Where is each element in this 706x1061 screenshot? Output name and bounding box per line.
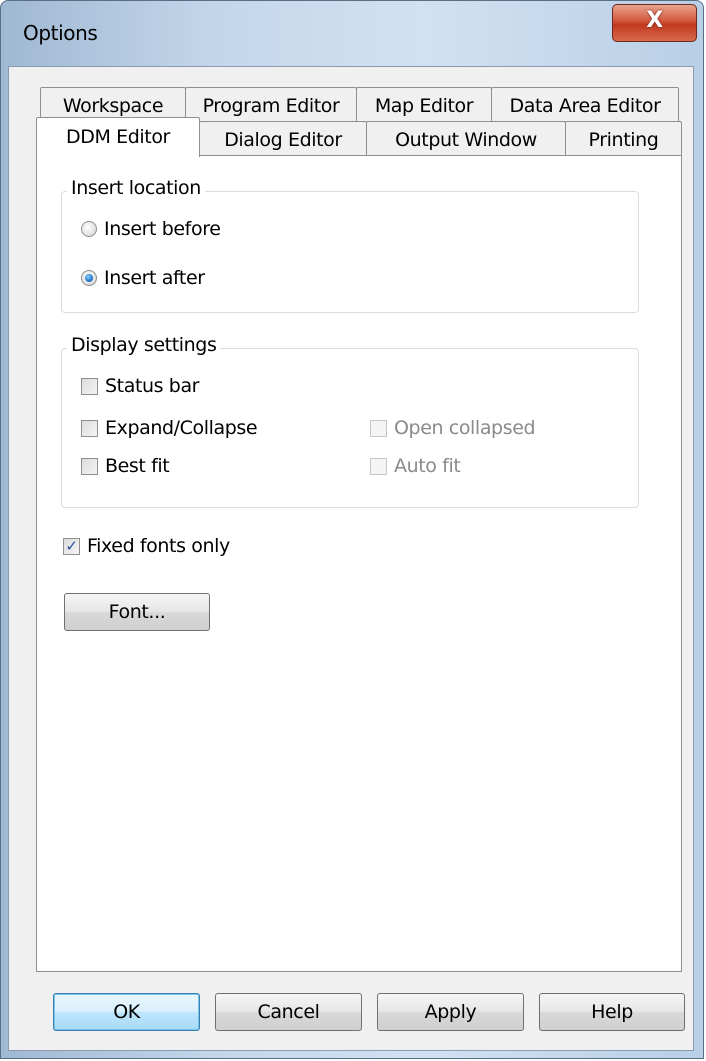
insert-before-label: Insert before xyxy=(104,218,221,240)
tab-label: Workspace xyxy=(62,95,164,117)
apply-button[interactable]: Apply xyxy=(377,993,524,1031)
status-bar-checkbox[interactable]: Status bar xyxy=(81,375,200,397)
help-button[interactable]: Help xyxy=(539,993,685,1031)
insert-location-label: Insert location xyxy=(67,177,205,199)
tab-data-area-editor[interactable]: Data Area Editor xyxy=(491,87,679,123)
ok-button[interactable]: OK xyxy=(53,993,200,1031)
tab-label: Dialog Editor xyxy=(224,129,342,151)
tab-label: DDM Editor xyxy=(66,126,170,148)
tab-label: Printing xyxy=(588,129,659,151)
best-fit-label: Best fit xyxy=(105,455,170,477)
tab-map-editor[interactable]: Map Editor xyxy=(356,87,492,123)
insert-after-label: Insert after xyxy=(104,267,205,289)
font-button[interactable]: Font... xyxy=(64,593,210,631)
tab-output-window[interactable]: Output Window xyxy=(366,121,566,157)
tab-program-editor[interactable]: Program Editor xyxy=(185,87,357,123)
close-button[interactable]: X xyxy=(612,4,697,42)
radio-button[interactable] xyxy=(81,270,97,286)
checkbox[interactable] xyxy=(81,377,98,395)
tab-label: Map Editor xyxy=(374,95,474,117)
insert-after-radio[interactable]: Insert after xyxy=(81,267,205,289)
tab-label: Data Area Editor xyxy=(509,95,661,117)
close-icon: X xyxy=(646,8,663,33)
checkbox xyxy=(370,419,387,437)
insert-location-group xyxy=(61,191,639,313)
window-title: Options xyxy=(23,21,98,45)
tab-panel-ddm-editor: Insert location Insert before Insert aft… xyxy=(36,155,682,972)
status-bar-label: Status bar xyxy=(105,375,200,397)
radio-button[interactable] xyxy=(81,221,97,237)
best-fit-checkbox[interactable]: Best fit xyxy=(81,455,170,477)
checkbox[interactable] xyxy=(81,457,98,475)
fixed-fonts-label: Fixed fonts only xyxy=(87,535,230,557)
checkbox xyxy=(370,457,387,475)
auto-fit-checkbox: Auto fit xyxy=(370,455,461,477)
checkbox[interactable] xyxy=(81,419,98,437)
insert-before-radio[interactable]: Insert before xyxy=(81,218,221,240)
open-collapsed-checkbox: Open collapsed xyxy=(370,417,536,439)
checkmark-icon[interactable]: ✓ xyxy=(63,537,80,555)
tab-label: Output Window xyxy=(395,129,537,151)
tab-label: Program Editor xyxy=(202,95,340,117)
title-bar[interactable]: Options X xyxy=(1,1,703,67)
cancel-button[interactable]: Cancel xyxy=(215,993,362,1031)
tab-printing[interactable]: Printing xyxy=(565,121,682,157)
display-settings-label: Display settings xyxy=(67,334,221,356)
tab-dialog-editor[interactable]: Dialog Editor xyxy=(199,121,367,157)
open-collapsed-label: Open collapsed xyxy=(394,417,536,439)
tab-ddm-editor[interactable]: DDM Editor xyxy=(36,117,200,157)
fixed-fonts-checkbox[interactable]: ✓ Fixed fonts only xyxy=(63,535,230,557)
expand-collapse-label: Expand/Collapse xyxy=(105,417,258,439)
auto-fit-label: Auto fit xyxy=(394,455,461,477)
expand-collapse-checkbox[interactable]: Expand/Collapse xyxy=(81,417,258,439)
